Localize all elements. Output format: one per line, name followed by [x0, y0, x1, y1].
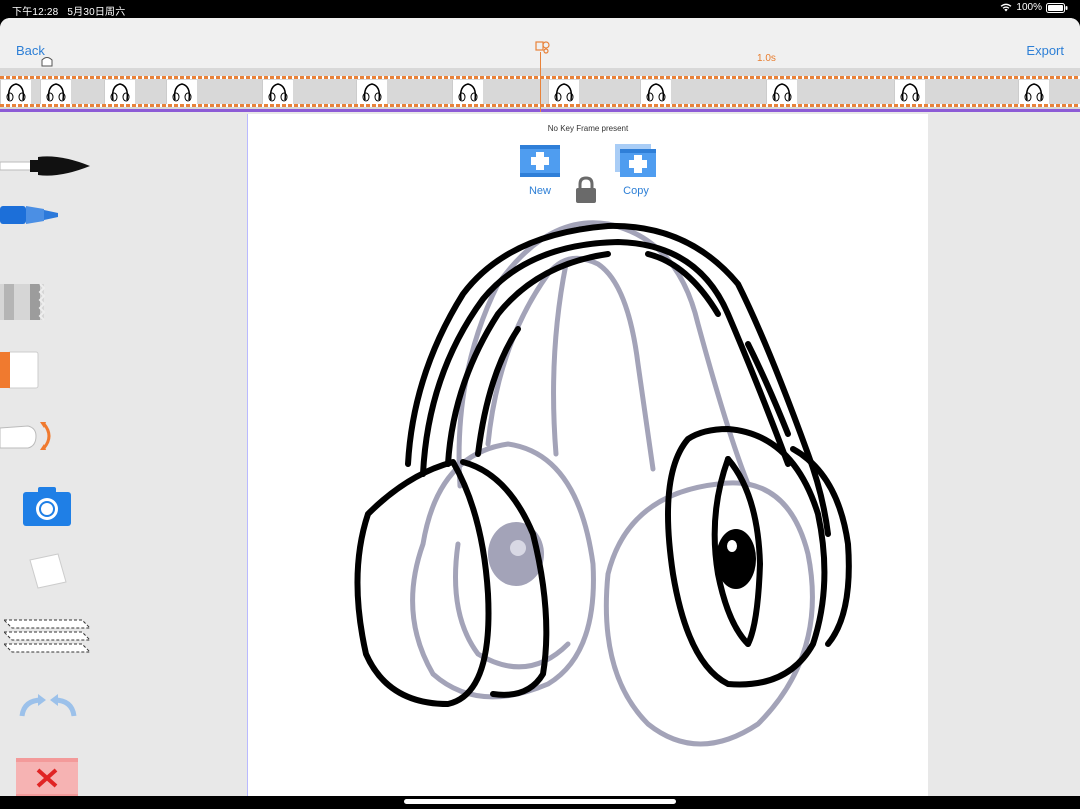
timeline-frame[interactable] — [548, 80, 579, 104]
status-bar: 下午12:28 5月30日周六 100% — [0, 0, 1080, 18]
status-indicators: 100% — [1000, 2, 1068, 13]
undo-redo-icon[interactable] — [16, 692, 80, 724]
battery-percent: 100% — [1016, 2, 1042, 13]
timeline-frame[interactable] — [40, 80, 71, 104]
camera-tool-icon[interactable] — [22, 484, 72, 528]
timeline-frame[interactable] — [0, 80, 31, 104]
marker-tool-icon[interactable] — [0, 200, 62, 230]
timeline-frame[interactable] — [640, 80, 671, 104]
tool-panel — [0, 112, 246, 796]
timeline[interactable] — [0, 41, 1080, 112]
playhead-handle-icon[interactable] — [535, 40, 551, 54]
timeline-frame[interactable] — [104, 80, 135, 104]
export-button[interactable]: Export — [1026, 43, 1064, 58]
audio-marker-icon[interactable] — [40, 56, 54, 68]
layers-tool-icon[interactable] — [2, 616, 92, 660]
eye-right — [716, 529, 756, 589]
wifi-icon — [1001, 3, 1012, 12]
drawing-canvas[interactable]: No Key Frame present New Copy — [247, 114, 929, 796]
paper-tool-icon[interactable] — [28, 552, 68, 592]
transform-hand-icon[interactable] — [0, 418, 56, 454]
eraser-tool-icon[interactable] — [0, 350, 40, 390]
right-panel — [928, 112, 1080, 796]
playhead[interactable] — [540, 52, 541, 112]
texture-brush-tool-icon[interactable] — [0, 282, 46, 322]
timeline-frame[interactable] — [356, 80, 387, 104]
app-window: Back 1.0s Export No Key Frame present Ne… — [0, 18, 1080, 796]
time-marker: 1.0s — [757, 53, 776, 64]
pen-tool-icon[interactable] — [0, 152, 92, 180]
timeline-frame[interactable] — [1018, 80, 1049, 104]
timeline-frame[interactable] — [766, 80, 797, 104]
timeline-frame[interactable] — [894, 80, 925, 104]
headphones-drawing — [354, 220, 852, 747]
home-indicator[interactable] — [404, 799, 676, 804]
timeline-frame[interactable] — [262, 80, 293, 104]
status-time: 下午12:28 5月30日周六 — [12, 7, 126, 18]
delete-frame-icon[interactable] — [14, 756, 80, 796]
battery-icon — [1046, 2, 1068, 13]
timeline-frame[interactable] — [166, 80, 197, 104]
timeline-frame[interactable] — [452, 80, 483, 104]
